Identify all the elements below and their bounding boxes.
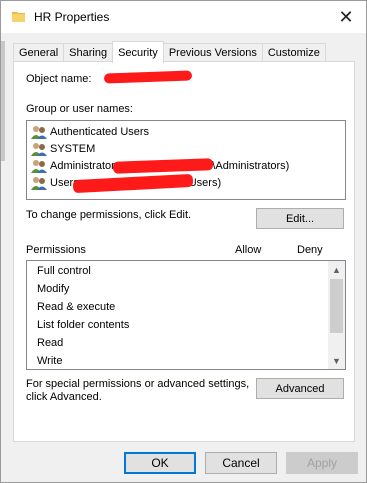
- user-suffix: Users): [188, 177, 222, 189]
- scroll-down-icon[interactable]: ▼: [328, 352, 345, 369]
- scroll-up-icon[interactable]: ▲: [328, 261, 345, 278]
- tab-label: General: [19, 47, 59, 59]
- tab-sharing[interactable]: Sharing: [63, 43, 114, 62]
- scroll-thumb[interactable]: [330, 279, 343, 333]
- permission-name: Full control: [37, 265, 91, 277]
- button-label: Cancel: [222, 456, 260, 470]
- list-item: List folder contents: [37, 316, 129, 334]
- permissions-list: Full control Modify Read & execute List …: [26, 260, 346, 370]
- permission-name: Read: [37, 337, 64, 349]
- cancel-button[interactable]: Cancel: [205, 452, 277, 474]
- tab-strip: General Sharing Security Previous Versio…: [13, 41, 326, 63]
- window-title: HR Properties: [34, 10, 110, 24]
- user-list[interactable]: Authenticated Users SYSTEM Administrator…: [26, 120, 346, 200]
- tab-previous-versions[interactable]: Previous Versions: [162, 43, 263, 62]
- tab-label: Security: [118, 46, 158, 59]
- list-item: Write: [37, 352, 62, 370]
- title-bar: HR Properties ✕: [1, 1, 366, 33]
- apply-button[interactable]: Apply: [286, 452, 358, 474]
- list-item: Read & execute: [37, 298, 115, 316]
- list-item: Read: [37, 334, 63, 352]
- button-label: Advanced: [275, 382, 325, 395]
- group-names-label: Group or user names:: [26, 103, 133, 115]
- background-window-edge: [1, 41, 5, 161]
- advanced-button[interactable]: Advanced: [256, 378, 344, 399]
- list-item[interactable]: SYSTEM: [31, 141, 95, 157]
- tab-customize[interactable]: Customize: [261, 43, 326, 62]
- allow-column-header: Allow: [235, 244, 262, 256]
- security-panel: Object name: Group or user names: Authen…: [13, 61, 355, 442]
- special-permissions-text: For special permissions or advanced sett…: [26, 378, 250, 390]
- permission-name: List folder contents: [37, 319, 130, 331]
- redaction-mark: [103, 70, 193, 84]
- user-suffix: \Administrators): [212, 160, 290, 172]
- tab-label: Sharing: [69, 47, 108, 59]
- list-item: Modify: [37, 280, 69, 298]
- users-icon: [31, 160, 47, 173]
- tab-security[interactable]: Security: [112, 41, 164, 63]
- ok-button[interactable]: OK: [124, 452, 196, 474]
- edit-button[interactable]: Edit...: [256, 208, 344, 229]
- permission-name: Modify: [37, 283, 70, 295]
- button-label: OK: [151, 456, 169, 470]
- deny-column-header: Deny: [297, 244, 323, 256]
- permissions-label: Permissions: [26, 244, 86, 256]
- permission-name: Read & execute: [37, 301, 116, 313]
- button-label: Edit...: [285, 212, 315, 225]
- vertical-scrollbar[interactable]: ▲ ▼: [328, 261, 345, 369]
- list-item[interactable]: Authenticated Users: [31, 124, 149, 140]
- special-permissions-text-2: click Advanced.: [26, 391, 102, 403]
- tab-label: Previous Versions: [168, 47, 257, 59]
- close-button[interactable]: ✕: [326, 1, 366, 33]
- properties-dialog: HR Properties ✕ General Sharing Security…: [0, 0, 367, 483]
- user-name: Authenticated Users: [50, 126, 150, 138]
- user-name: Administrators: [50, 160, 121, 172]
- folder-icon: [12, 12, 25, 22]
- user-name: SYSTEM: [50, 143, 96, 155]
- users-icon: [31, 143, 47, 156]
- close-icon: ✕: [338, 6, 354, 27]
- tab-label: Customize: [267, 47, 320, 59]
- users-icon: [31, 177, 47, 190]
- tab-general[interactable]: General: [13, 43, 65, 62]
- permission-name: Write: [37, 355, 63, 367]
- object-name-label: Object name:: [26, 73, 92, 85]
- list-item: Full control: [37, 262, 91, 280]
- users-icon: [31, 126, 47, 139]
- change-permissions-text: To change permissions, click Edit.: [26, 209, 192, 221]
- button-label: Apply: [306, 456, 338, 470]
